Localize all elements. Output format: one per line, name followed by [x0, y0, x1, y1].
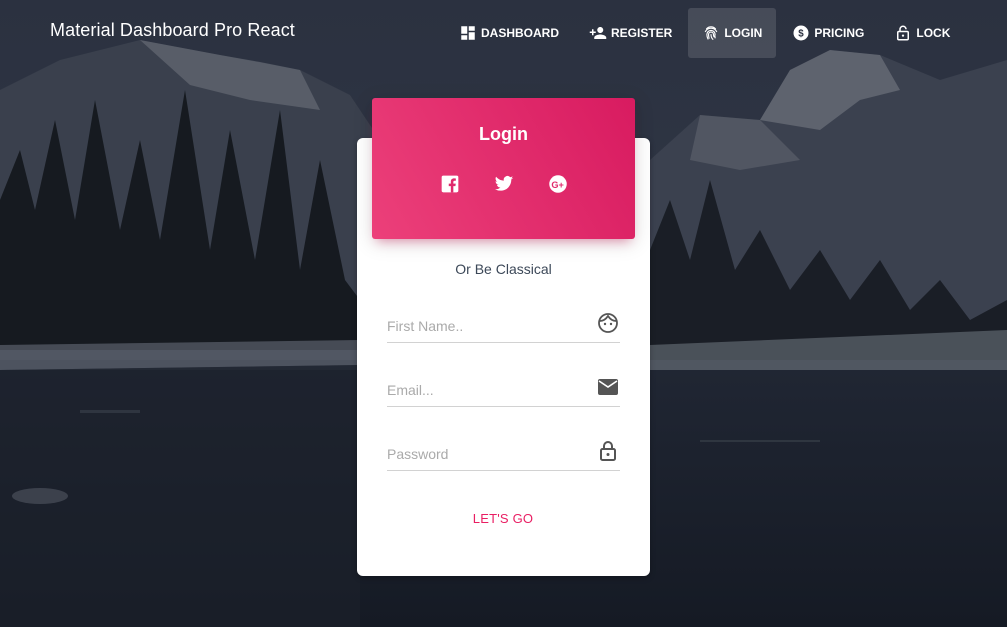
password-field: [387, 437, 620, 471]
login-title: Login: [479, 124, 528, 144]
monetization-icon: $: [792, 24, 810, 42]
login-card-header: Login G+: [372, 98, 635, 239]
nav-item-login[interactable]: LOGIN: [688, 8, 777, 58]
dashboard-icon: [459, 24, 477, 42]
first-name-input[interactable]: [387, 315, 587, 337]
submit-button[interactable]: LET'S GO: [443, 504, 563, 532]
fingerprint-icon: [702, 24, 720, 42]
nav-label-login: LOGIN: [724, 26, 763, 40]
first-name-field: [387, 309, 620, 343]
social-buttons: G+: [372, 169, 635, 199]
face-icon: [596, 311, 620, 335]
lock-open-icon: [894, 24, 912, 42]
nav-item-pricing[interactable]: $ PRICING: [778, 8, 878, 58]
nav-label-register: REGISTER: [611, 26, 673, 40]
facebook-button[interactable]: [435, 169, 465, 199]
top-navbar: Material Dashboard Pro React DASHBOARD R…: [0, 0, 1007, 64]
nav-item-dashboard[interactable]: DASHBOARD: [445, 8, 573, 58]
email-field: [387, 373, 620, 407]
nav-label-dashboard: DASHBOARD: [481, 26, 559, 40]
login-subtitle: Or Be Classical: [455, 261, 552, 277]
nav-label-pricing: PRICING: [814, 26, 865, 40]
person-add-icon: [589, 24, 607, 42]
password-input[interactable]: [387, 443, 587, 465]
facebook-icon: [441, 175, 458, 193]
nav-menu: DASHBOARD REGISTER LOGIN $ PRICING LOCK: [445, 8, 966, 58]
nav-label-lock: LOCK: [916, 26, 951, 40]
svg-text:$: $: [799, 28, 805, 39]
nav-item-register[interactable]: REGISTER: [575, 8, 686, 58]
google-plus-icon: G+: [548, 175, 567, 193]
twitter-button[interactable]: [489, 169, 519, 199]
brand-title[interactable]: Material Dashboard Pro React: [50, 20, 295, 41]
lock-outline-icon: [596, 439, 620, 463]
twitter-icon: [494, 176, 513, 191]
google-plus-button[interactable]: G+: [543, 169, 573, 199]
email-icon: [596, 375, 620, 399]
nav-item-lock[interactable]: LOCK: [880, 8, 964, 58]
email-input[interactable]: [387, 379, 587, 401]
svg-text:G+: G+: [551, 180, 563, 190]
